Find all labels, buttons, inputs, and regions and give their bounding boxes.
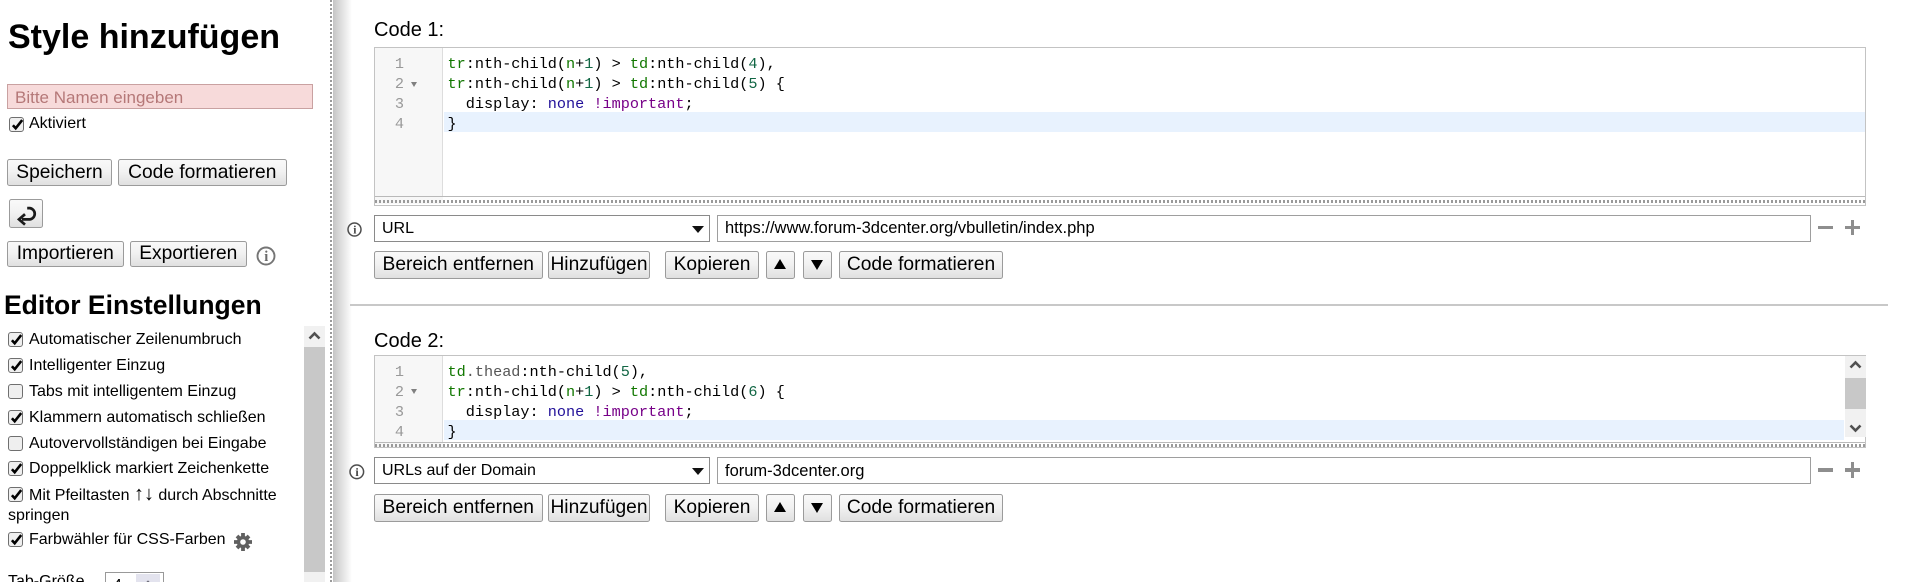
svg-text:i: i	[355, 465, 359, 479]
svg-text:i: i	[264, 249, 268, 265]
svg-text:i: i	[353, 224, 357, 236]
